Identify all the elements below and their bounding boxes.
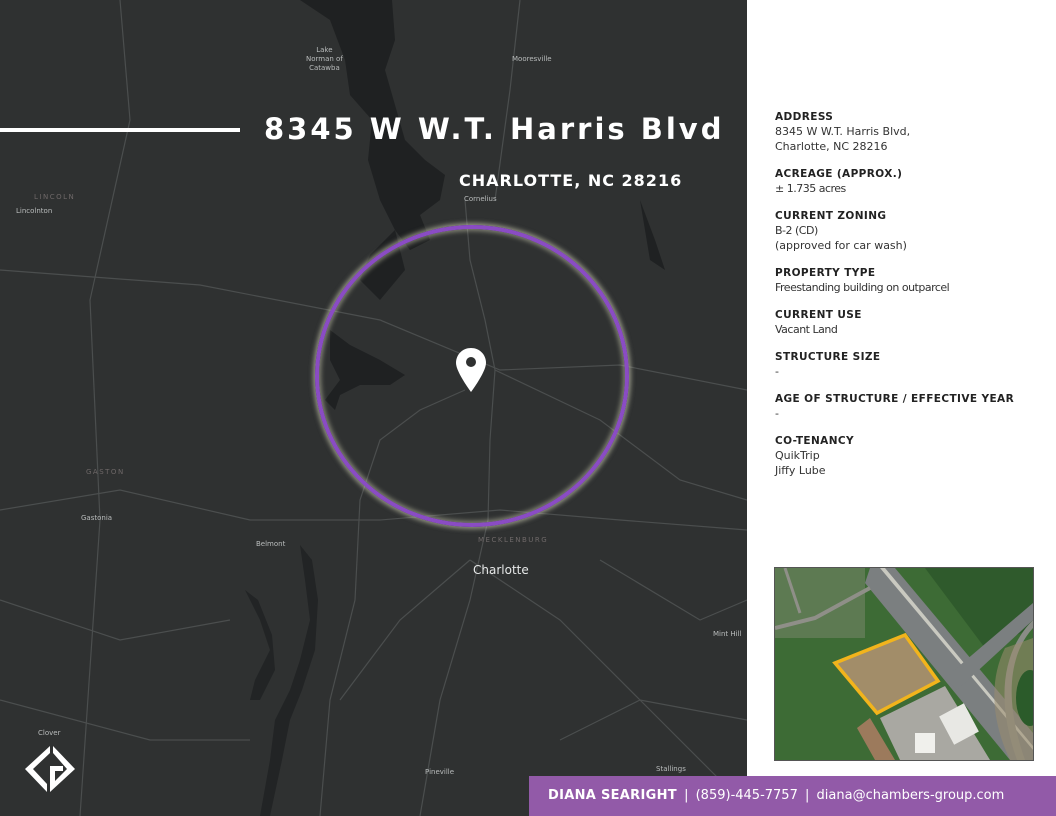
field-label: CO-TENANCY — [775, 435, 854, 447]
contact-email[interactable]: diana@chambers-group.com — [817, 788, 1005, 803]
map-label-pineville: Pineville — [425, 768, 455, 776]
map-label-gastonia: Gastonia — [81, 514, 113, 522]
map-label-lake-norman: Lake Norman of Catawba — [306, 46, 343, 73]
field-value: (approved for car wash) — [775, 239, 907, 252]
map-label-clover: Clover — [38, 729, 61, 737]
contact-phone[interactable]: (859)-445-7757 — [696, 788, 798, 803]
field-value: Charlotte, NC 28216 — [775, 140, 888, 153]
map-label-belmont: Belmont — [256, 540, 286, 548]
field-value: B-2 (CD) — [775, 224, 818, 237]
separator: | — [684, 788, 689, 803]
map-label-lincoln-county: LINCOLN — [34, 193, 76, 201]
field-value: ± 1.735 acres — [775, 182, 846, 195]
detail-co-tenancy: CO-TENANCY QuikTrip Jiffy Lube — [775, 434, 1045, 478]
map-label-line: Catawba — [309, 64, 340, 72]
contact-name: DIANA SEARIGHT — [548, 788, 677, 803]
map-label-stallings: Stallings — [656, 765, 686, 773]
chambers-group-logo-icon — [25, 746, 75, 792]
field-label: ACREAGE (APPROX.) — [775, 168, 903, 180]
aerial-image — [775, 568, 1033, 760]
property-title: 8345 W W.T. Harris Blvd — [264, 112, 725, 146]
field-label: PROPERTY TYPE — [775, 267, 876, 279]
aerial-photo — [774, 567, 1034, 761]
map-label-charlotte: Charlotte — [473, 563, 529, 577]
property-city-state: CHARLOTTE, NC 28216 — [459, 171, 683, 190]
detail-current-use: CURRENT USE Vacant Land — [775, 308, 1045, 337]
property-details: ADDRESS 8345 W W.T. Harris Blvd, Charlot… — [775, 110, 1045, 491]
map-label-line: Lake — [316, 46, 333, 54]
contact-bar: DIANA SEARIGHT | (859)-445-7757 | diana@… — [529, 776, 1056, 816]
field-label: CURRENT USE — [775, 309, 862, 321]
detail-structure-size: STRUCTURE SIZE - — [775, 350, 1045, 379]
map-label-mooresville: Mooresville — [512, 55, 552, 63]
detail-acreage: ACREAGE (APPROX.) ± 1.735 acres — [775, 167, 1045, 196]
map-pin-icon — [456, 348, 486, 392]
detail-address: ADDRESS 8345 W W.T. Harris Blvd, Charlot… — [775, 110, 1045, 154]
map-label-line: Norman of — [306, 55, 343, 63]
field-label: AGE OF STRUCTURE / EFFECTIVE YEAR — [775, 393, 1015, 405]
field-value: Freestanding building on outparcel — [775, 281, 950, 294]
field-label: STRUCTURE SIZE — [775, 351, 881, 363]
map-label-lincolnton: Lincolnton — [16, 207, 53, 215]
field-value: Vacant Land — [775, 323, 838, 336]
title-rule — [0, 128, 240, 132]
separator: | — [805, 788, 810, 803]
field-value: Jiffy Lube — [775, 464, 826, 477]
detail-zoning: CURRENT ZONING B-2 (CD) (approved for ca… — [775, 209, 1045, 253]
field-label: ADDRESS — [775, 111, 834, 123]
field-value: - — [775, 407, 779, 420]
field-label: CURRENT ZONING — [775, 210, 887, 222]
location-map: Lake Norman of Catawba Mooresville LINCO… — [0, 0, 747, 816]
field-value: 8345 W W.T. Harris Blvd, — [775, 125, 911, 138]
map-label-mint-hill: Mint Hill — [713, 630, 742, 638]
field-value: QuikTrip — [775, 449, 820, 462]
map-label-cornelius: Cornelius — [464, 195, 497, 203]
field-value: - — [775, 365, 779, 378]
detail-property-type: PROPERTY TYPE Freestanding building on o… — [775, 266, 1045, 295]
detail-age-of-structure: AGE OF STRUCTURE / EFFECTIVE YEAR - — [775, 392, 1045, 421]
map-label-mecklenburg-county: MECKLENBURG — [478, 536, 549, 544]
map-label-gaston-county: GASTON — [86, 468, 125, 476]
